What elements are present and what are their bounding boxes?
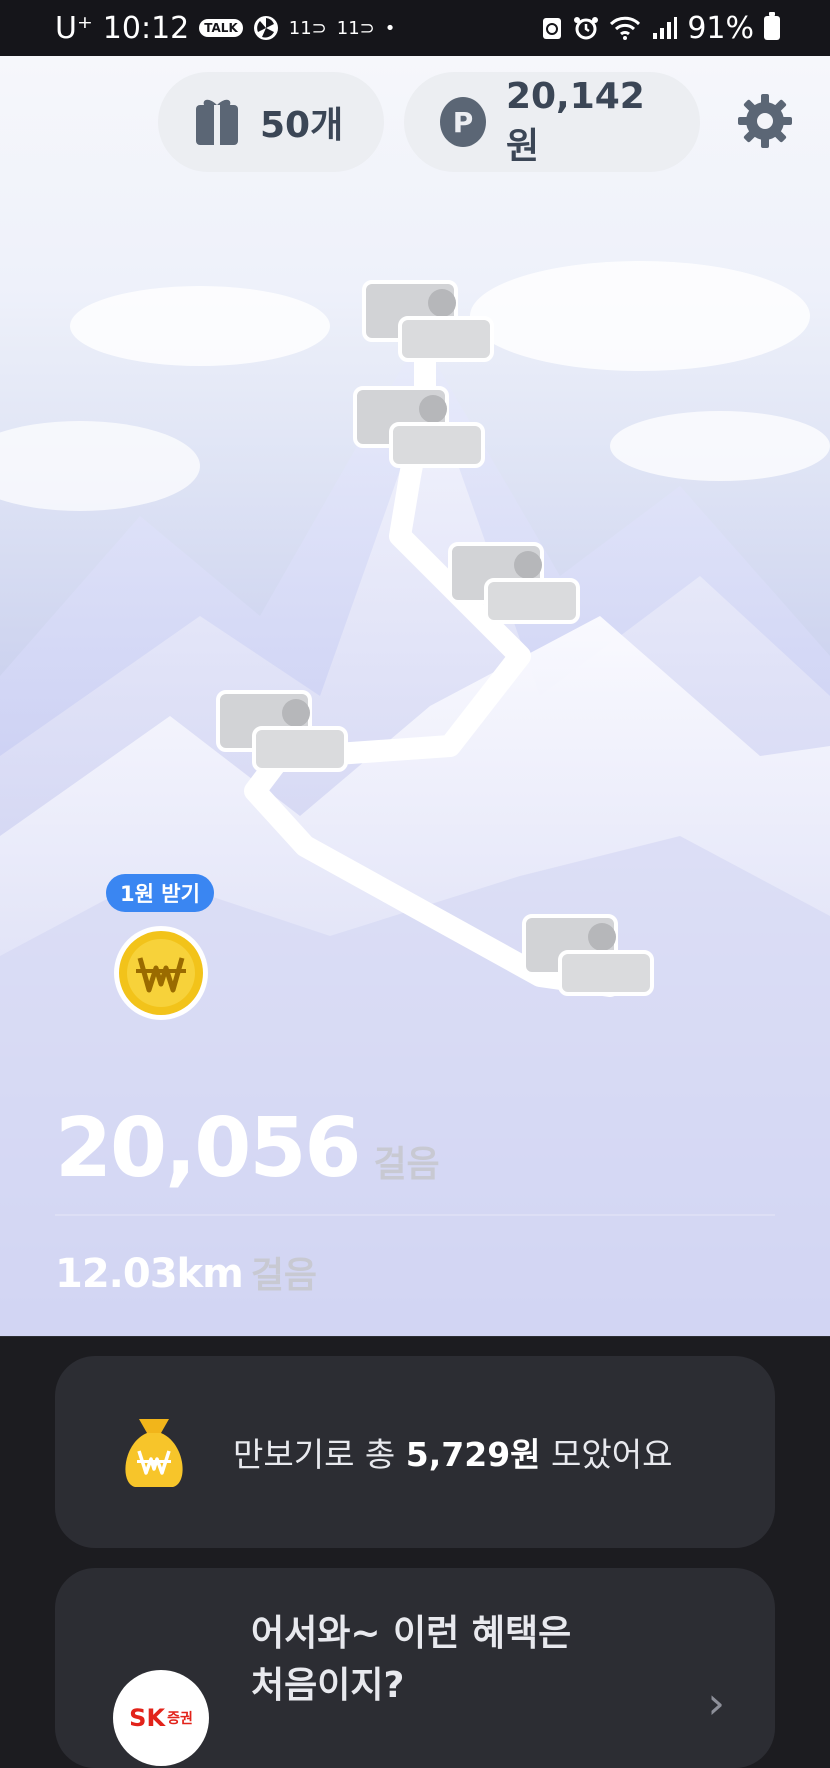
fan-icon [253, 15, 279, 41]
gift-icon [196, 99, 238, 145]
savings-amount: 5,729원 [405, 1435, 541, 1474]
gift-count-pill[interactable]: 50개 [158, 72, 384, 172]
coin-icon[interactable] [112, 924, 210, 1022]
course-marker-3[interactable] [448, 542, 580, 624]
promo-text: 어서와~ 이런 혜택은 처음이지? [251, 1608, 571, 1712]
sk-securities-logo: SK 증권 [113, 1670, 209, 1766]
course-marker-4[interactable] [216, 690, 348, 772]
course-marker-1[interactable] [362, 280, 494, 362]
savings-prefix: 만보기로 총 [233, 1435, 406, 1474]
recycle-icon [541, 15, 563, 41]
promo-line-2: 처음이지? [251, 1665, 405, 1706]
sk-logo-letters: SK [129, 1704, 166, 1732]
carrier-label: U⁺ [55, 10, 93, 46]
kakaotalk-icon: TALK [199, 19, 243, 37]
savings-text: 만보기로 총 5,729원 모았어요 [233, 1428, 672, 1476]
mountain-scene: 50개 P 20,142원 1원 받기 20,056 걸음 12.03km 걸음 [0, 56, 830, 1336]
savings-card[interactable]: 만보기로 총 5,729원 모았어요 [55, 1356, 775, 1548]
distance-unit: 걸음 [250, 1255, 318, 1296]
course-marker-5[interactable] [522, 914, 654, 996]
promo-card[interactable]: SK 증권 어서와~ 이런 혜택은 처음이지? › [55, 1568, 775, 1768]
eleven-street-icon-2: 11⊃ [336, 17, 375, 39]
points-pill[interactable]: P 20,142원 [404, 72, 700, 172]
gear-icon[interactable] [736, 92, 794, 150]
notification-dot: • [384, 17, 396, 39]
coin-reward-label[interactable]: 1원 받기 [106, 874, 214, 912]
status-bar-left: U⁺ 10:12 TALK 11⊃ 11⊃ • [55, 11, 395, 46]
alarm-icon [573, 15, 599, 41]
battery-icon [764, 12, 780, 40]
divider [55, 1214, 775, 1216]
wifi-icon [609, 15, 641, 41]
course-marker-2[interactable] [353, 386, 485, 468]
clock: 10:12 [102, 10, 190, 46]
promo-line-1: 어서와~ 이런 혜택은 [251, 1613, 572, 1654]
gift-count: 50개 [260, 105, 344, 146]
chevron-right-icon: › [707, 1678, 725, 1729]
status-bar-right: 91% [541, 11, 780, 46]
section-divider [0, 1336, 830, 1337]
battery-percent: 91% [687, 10, 754, 46]
steps-unit: 걸음 [373, 1144, 440, 1185]
distance-value: 12.03km [55, 1251, 244, 1297]
point-icon: P [440, 97, 486, 147]
status-bar: U⁺ 10:12 TALK 11⊃ 11⊃ • 91% [0, 0, 830, 56]
savings-suffix: 모았어요 [540, 1435, 673, 1474]
steps-summary: 20,056 걸음 [55, 1101, 440, 1196]
steps-count: 20,056 [55, 1101, 361, 1196]
money-bag-icon [125, 1419, 183, 1487]
distance-summary: 12.03km 걸음 [55, 1246, 317, 1298]
points-balance: 20,142원 [505, 75, 645, 167]
signal-icon [651, 15, 678, 41]
eleven-street-icon: 11⊃ [288, 17, 327, 39]
sk-logo-text: 증권 [167, 1711, 193, 1727]
